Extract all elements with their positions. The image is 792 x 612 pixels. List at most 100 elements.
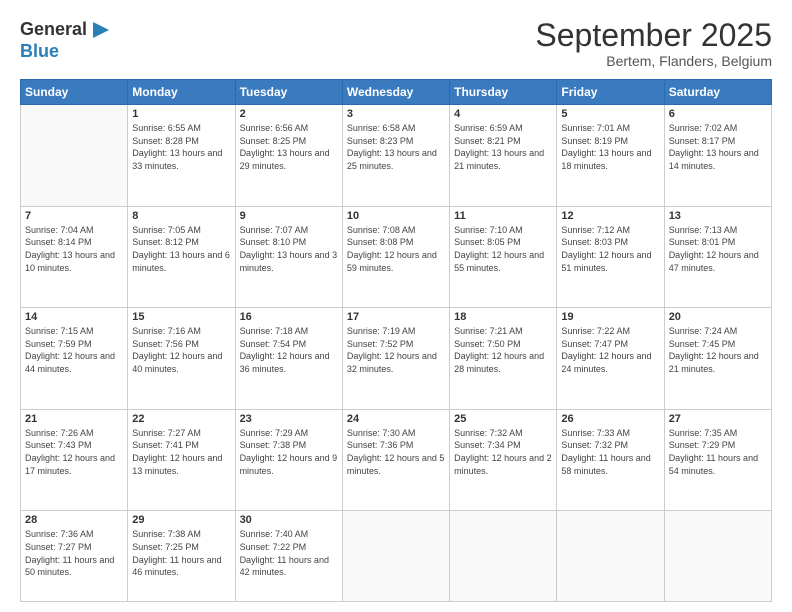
calendar-day-cell [21,105,128,207]
day-header-saturday: Saturday [664,80,771,105]
calendar-day-cell: 1 Sunrise: 6:55 AMSunset: 8:28 PMDaylight… [128,105,235,207]
calendar-day-cell: 12 Sunrise: 7:12 AMSunset: 8:03 PMDayligh… [557,206,664,308]
calendar-week-row: 7Sunrise: 7:04 AMSunset: 8:14 PMDaylight… [21,206,772,308]
day-info: Sunrise: 7:24 AMSunset: 7:45 PMDaylight:… [669,325,767,375]
calendar-day-cell: 20 Sunrise: 7:24 AMSunset: 7:45 PMDayligh… [664,308,771,410]
calendar-day-cell: 2Sunrise: 6:56 AMSunset: 8:25 PMDaylight… [235,105,342,207]
calendar-week-row: 1 Sunrise: 6:55 AMSunset: 8:28 PMDaylight… [21,105,772,207]
day-number: 20 [669,311,767,323]
day-number: 10 [347,210,445,222]
calendar-day-cell: 18Sunrise: 7:21 AMSunset: 7:50 PMDayligh… [450,308,557,410]
calendar-day-cell: 28 Sunrise: 7:36 AMSunset: 7:27 PMDayligh… [21,511,128,602]
calendar-day-cell: 29 Sunrise: 7:38 AMSunset: 7:25 PMDayligh… [128,511,235,602]
day-number: 4 [454,108,552,120]
day-number: 23 [240,413,338,425]
logo-blue: Blue [20,42,113,62]
day-info: Sunrise: 7:16 AMSunset: 7:56 PMDaylight:… [132,325,230,375]
day-info: Sunrise: 6:58 AMSunset: 8:23 PMDaylight:… [347,122,445,172]
day-number: 8 [132,210,230,222]
calendar-day-cell: 24 Sunrise: 7:30 AMSunset: 7:36 PMDayligh… [342,409,449,511]
calendar-day-cell: 13 Sunrise: 7:13 AMSunset: 8:01 PMDayligh… [664,206,771,308]
day-info: Sunrise: 7:27 AMSunset: 7:41 PMDaylight:… [132,427,230,477]
day-info: Sunrise: 7:40 AMSunset: 7:22 PMDaylight:… [240,528,338,578]
day-number: 26 [561,413,659,425]
month-title: September 2025 [535,18,772,53]
day-header-thursday: Thursday [450,80,557,105]
calendar-week-row: 21Sunrise: 7:26 AMSunset: 7:43 PMDayligh… [21,409,772,511]
day-info: Sunrise: 7:38 AMSunset: 7:25 PMDaylight:… [132,528,230,578]
day-number: 11 [454,210,552,222]
day-info: Sunrise: 7:35 AMSunset: 7:29 PMDaylight:… [669,427,767,477]
day-number: 15 [132,311,230,323]
day-info: Sunrise: 7:15 AMSunset: 7:59 PMDaylight:… [25,325,123,375]
day-number: 1 [132,108,230,120]
calendar-day-cell: 5 Sunrise: 7:01 AMSunset: 8:19 PMDaylight… [557,105,664,207]
calendar-body: 1 Sunrise: 6:55 AMSunset: 8:28 PMDaylight… [21,105,772,602]
day-info: Sunrise: 7:21 AMSunset: 7:50 PMDaylight:… [454,325,552,375]
calendar-day-cell: 10 Sunrise: 7:08 AMSunset: 8:08 PMDayligh… [342,206,449,308]
calendar-day-cell: 30 Sunrise: 7:40 AMSunset: 7:22 PMDayligh… [235,511,342,602]
calendar-day-cell: 8Sunrise: 7:05 AMSunset: 8:12 PMDaylight… [128,206,235,308]
day-info: Sunrise: 6:59 AMSunset: 8:21 PMDaylight:… [454,122,552,172]
day-number: 19 [561,311,659,323]
day-info: Sunrise: 7:29 AMSunset: 7:38 PMDaylight:… [240,427,338,477]
calendar-header-row: SundayMondayTuesdayWednesdayThursdayFrid… [21,80,772,105]
day-number: 14 [25,311,123,323]
day-info: Sunrise: 7:08 AMSunset: 8:08 PMDaylight:… [347,224,445,274]
day-header-wednesday: Wednesday [342,80,449,105]
calendar-day-cell: 25Sunrise: 7:32 AMSunset: 7:34 PMDayligh… [450,409,557,511]
day-info: Sunrise: 7:13 AMSunset: 8:01 PMDaylight:… [669,224,767,274]
calendar-day-cell: 9Sunrise: 7:07 AMSunset: 8:10 PMDaylight… [235,206,342,308]
page-header: General Blue September 2025 Bertem, Flan… [20,18,772,69]
calendar-day-cell: 17Sunrise: 7:19 AMSunset: 7:52 PMDayligh… [342,308,449,410]
day-number: 22 [132,413,230,425]
day-header-monday: Monday [128,80,235,105]
calendar-day-cell: 7Sunrise: 7:04 AMSunset: 8:14 PMDaylight… [21,206,128,308]
calendar-day-cell: 3 Sunrise: 6:58 AMSunset: 8:23 PMDaylight… [342,105,449,207]
day-number: 16 [240,311,338,323]
calendar-day-cell: 6 Sunrise: 7:02 AMSunset: 8:17 PMDaylight… [664,105,771,207]
day-info: Sunrise: 6:56 AMSunset: 8:25 PMDaylight:… [240,122,338,172]
calendar-day-cell [557,511,664,602]
day-info: Sunrise: 7:30 AMSunset: 7:36 PMDaylight:… [347,427,445,477]
calendar-day-cell: 26 Sunrise: 7:33 AMSunset: 7:32 PMDayligh… [557,409,664,511]
day-number: 5 [561,108,659,120]
day-number: 12 [561,210,659,222]
calendar-table: SundayMondayTuesdayWednesdayThursdayFrid… [20,79,772,602]
day-header-tuesday: Tuesday [235,80,342,105]
title-area: September 2025 Bertem, Flanders, Belgium [535,18,772,69]
day-info: Sunrise: 7:33 AMSunset: 7:32 PMDaylight:… [561,427,659,477]
day-info: Sunrise: 7:02 AMSunset: 8:17 PMDaylight:… [669,122,767,172]
day-header-sunday: Sunday [21,80,128,105]
day-info: Sunrise: 7:12 AMSunset: 8:03 PMDaylight:… [561,224,659,274]
calendar-day-cell: 27Sunrise: 7:35 AMSunset: 7:29 PMDayligh… [664,409,771,511]
day-header-friday: Friday [557,80,664,105]
day-number: 29 [132,514,230,526]
calendar-day-cell: 14 Sunrise: 7:15 AMSunset: 7:59 PMDayligh… [21,308,128,410]
logo-icon [89,18,113,42]
calendar-day-cell: 22 Sunrise: 7:27 AMSunset: 7:41 PMDayligh… [128,409,235,511]
day-number: 13 [669,210,767,222]
calendar-day-cell: 11Sunrise: 7:10 AMSunset: 8:05 PMDayligh… [450,206,557,308]
day-info: Sunrise: 7:07 AMSunset: 8:10 PMDaylight:… [240,224,338,274]
calendar-day-cell: 15 Sunrise: 7:16 AMSunset: 7:56 PMDayligh… [128,308,235,410]
day-info: Sunrise: 7:32 AMSunset: 7:34 PMDaylight:… [454,427,552,477]
day-number: 28 [25,514,123,526]
day-info: Sunrise: 7:22 AMSunset: 7:47 PMDaylight:… [561,325,659,375]
calendar-day-cell: 19 Sunrise: 7:22 AMSunset: 7:47 PMDayligh… [557,308,664,410]
logo: General Blue [20,18,113,62]
day-number: 6 [669,108,767,120]
calendar-week-row: 14 Sunrise: 7:15 AMSunset: 7:59 PMDayligh… [21,308,772,410]
calendar-day-cell: 4 Sunrise: 6:59 AMSunset: 8:21 PMDaylight… [450,105,557,207]
day-number: 24 [347,413,445,425]
day-number: 30 [240,514,338,526]
day-info: Sunrise: 7:19 AMSunset: 7:52 PMDaylight:… [347,325,445,375]
day-info: Sunrise: 7:36 AMSunset: 7:27 PMDaylight:… [25,528,123,578]
day-number: 3 [347,108,445,120]
calendar-day-cell: 16Sunrise: 7:18 AMSunset: 7:54 PMDayligh… [235,308,342,410]
location-subtitle: Bertem, Flanders, Belgium [535,53,772,69]
day-info: Sunrise: 7:01 AMSunset: 8:19 PMDaylight:… [561,122,659,172]
day-number: 7 [25,210,123,222]
day-info: Sunrise: 6:55 AMSunset: 8:28 PMDaylight:… [132,122,230,172]
calendar-day-cell [450,511,557,602]
